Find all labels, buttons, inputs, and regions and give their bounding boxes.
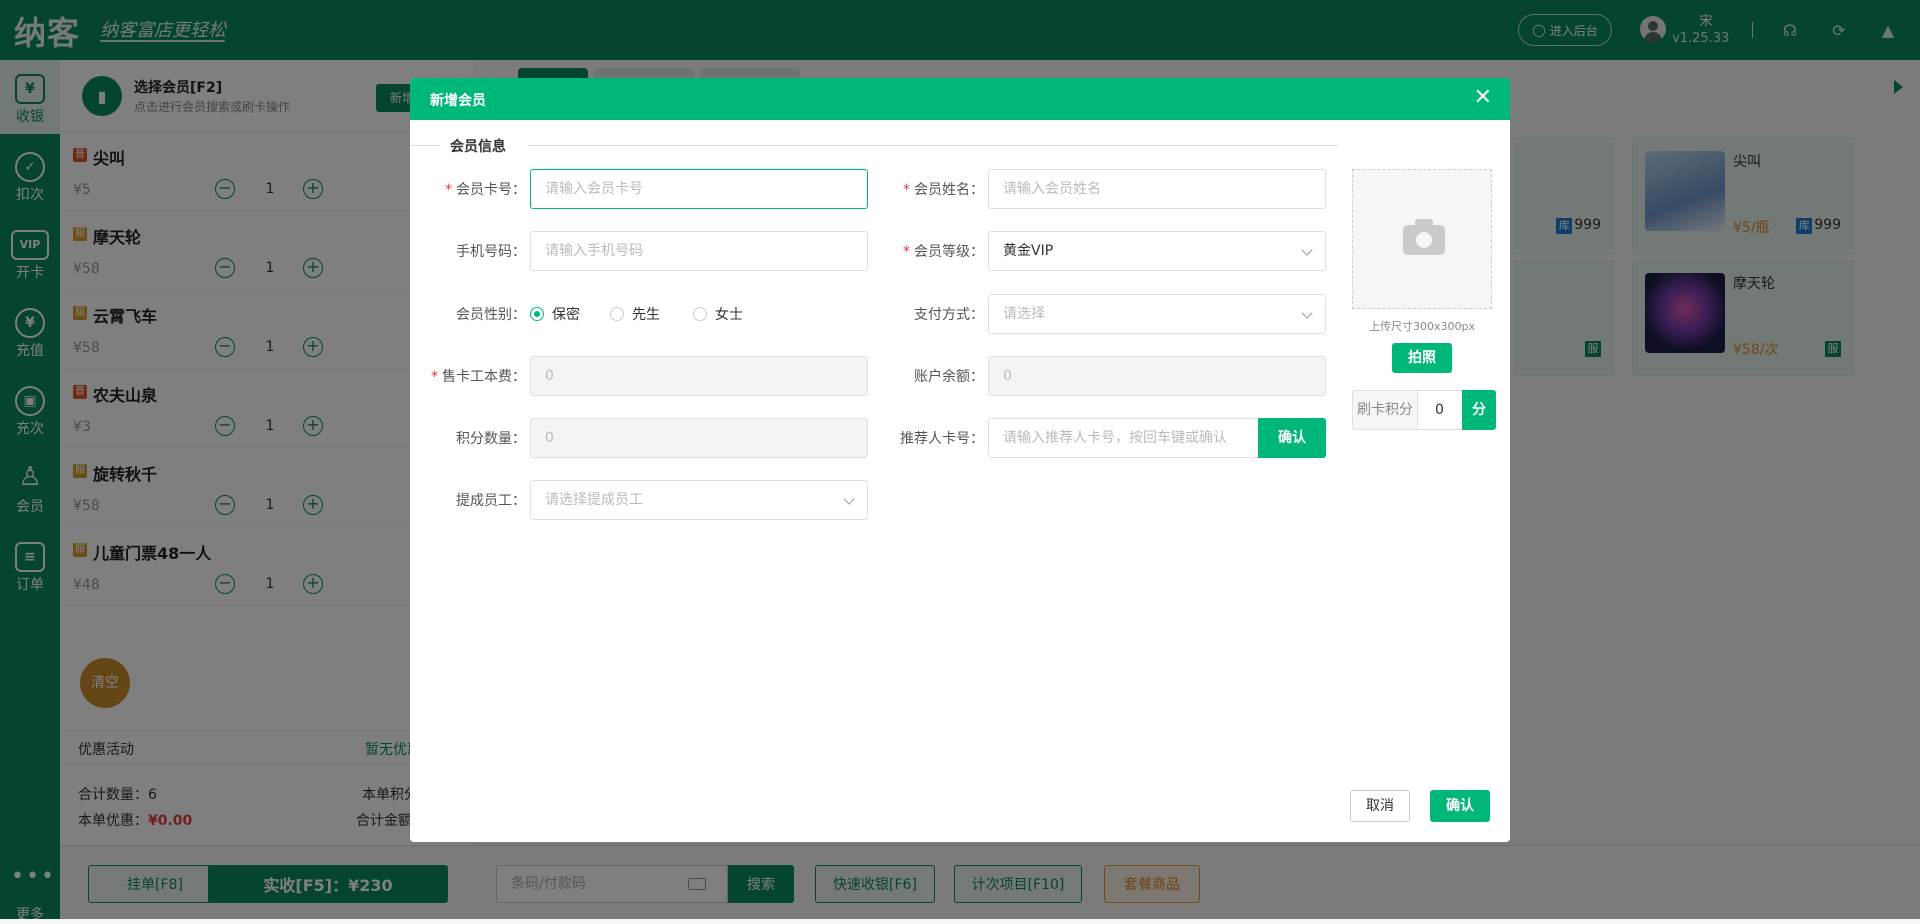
radio-icon	[693, 307, 707, 321]
gender-option-label: 保密	[552, 307, 580, 323]
radio-icon	[610, 307, 624, 321]
referrer-confirm-button[interactable]: 确认	[1258, 418, 1326, 458]
payment-method-select[interactable]: 请选择	[988, 294, 1326, 334]
take-photo-button[interactable]: 拍照	[1392, 343, 1452, 373]
gender-option-female[interactable]: 女士	[693, 304, 743, 324]
referrer-label: 推荐人卡号：	[900, 431, 984, 447]
commission-staff-label: 提成员工：	[456, 493, 526, 509]
phone-label: 手机号码：	[456, 244, 526, 260]
balance-input[interactable]: 0	[988, 356, 1326, 396]
dialog-title: 新增会员	[430, 93, 486, 109]
chevron-down-icon	[1301, 244, 1313, 256]
gender-option-secret[interactable]: 保密	[530, 304, 580, 324]
chevron-down-icon	[843, 493, 855, 505]
section-title: 会员信息	[450, 139, 506, 155]
phone-input[interactable]: 请输入手机号码	[530, 231, 868, 271]
gender-option-label: 女士	[715, 307, 743, 323]
member-level-label: * 会员等级：	[903, 244, 984, 260]
member-level-select[interactable]: 黄金VIP	[988, 231, 1326, 271]
payment-method-placeholder: 请选择	[1003, 306, 1045, 322]
points-label: 积分数量：	[456, 431, 526, 447]
section-divider	[410, 145, 440, 146]
card-points-label: 刷卡积分	[1352, 390, 1418, 430]
points-input[interactable]: 0	[530, 418, 868, 458]
member-name-label: * 会员姓名：	[903, 182, 984, 198]
member-card-input[interactable]: 请输入会员卡号	[530, 169, 868, 209]
section-divider	[528, 145, 1338, 146]
dialog-header: 新增会员 ✕	[410, 78, 1510, 120]
confirm-button[interactable]: 确认	[1430, 790, 1490, 822]
gender-option-male[interactable]: 先生	[610, 304, 660, 324]
cancel-button[interactable]: 取消	[1350, 790, 1410, 822]
balance-label: 账户余额：	[914, 369, 984, 385]
gender-option-label: 先生	[632, 307, 660, 323]
chevron-down-icon	[1301, 307, 1313, 319]
member-level-value: 黄金VIP	[1003, 243, 1054, 259]
member-name-input[interactable]: 请输入会员姓名	[988, 169, 1326, 209]
close-icon[interactable]: ✕	[1474, 86, 1492, 110]
commission-staff-select[interactable]: 请选择提成员工	[530, 480, 868, 520]
card-fee-input[interactable]: 0	[530, 356, 868, 396]
commission-staff-placeholder: 请选择提成员工	[545, 492, 643, 508]
camera-icon	[1403, 219, 1445, 255]
card-no-label: * 会员卡号：	[445, 182, 526, 198]
card-points-input[interactable]: 0	[1417, 390, 1463, 430]
photo-upload-area[interactable]	[1352, 169, 1492, 309]
referrer-input[interactable]: 请输入推荐人卡号，按回车键或确认	[988, 418, 1260, 458]
payment-method-label: 支付方式：	[914, 307, 984, 323]
card-fee-label: * 售卡工本费：	[431, 369, 526, 385]
add-member-dialog: 新增会员 ✕ 会员信息 * 会员卡号： 请输入会员卡号 * 会员姓名： 请输入会员姓…	[410, 78, 1510, 842]
card-points-unit-button[interactable]: 分	[1462, 390, 1496, 430]
radio-checked-icon	[530, 307, 544, 321]
photo-size-hint: 上传尺寸300x300px	[1369, 320, 1475, 333]
gender-label: 会员性别：	[456, 307, 526, 323]
